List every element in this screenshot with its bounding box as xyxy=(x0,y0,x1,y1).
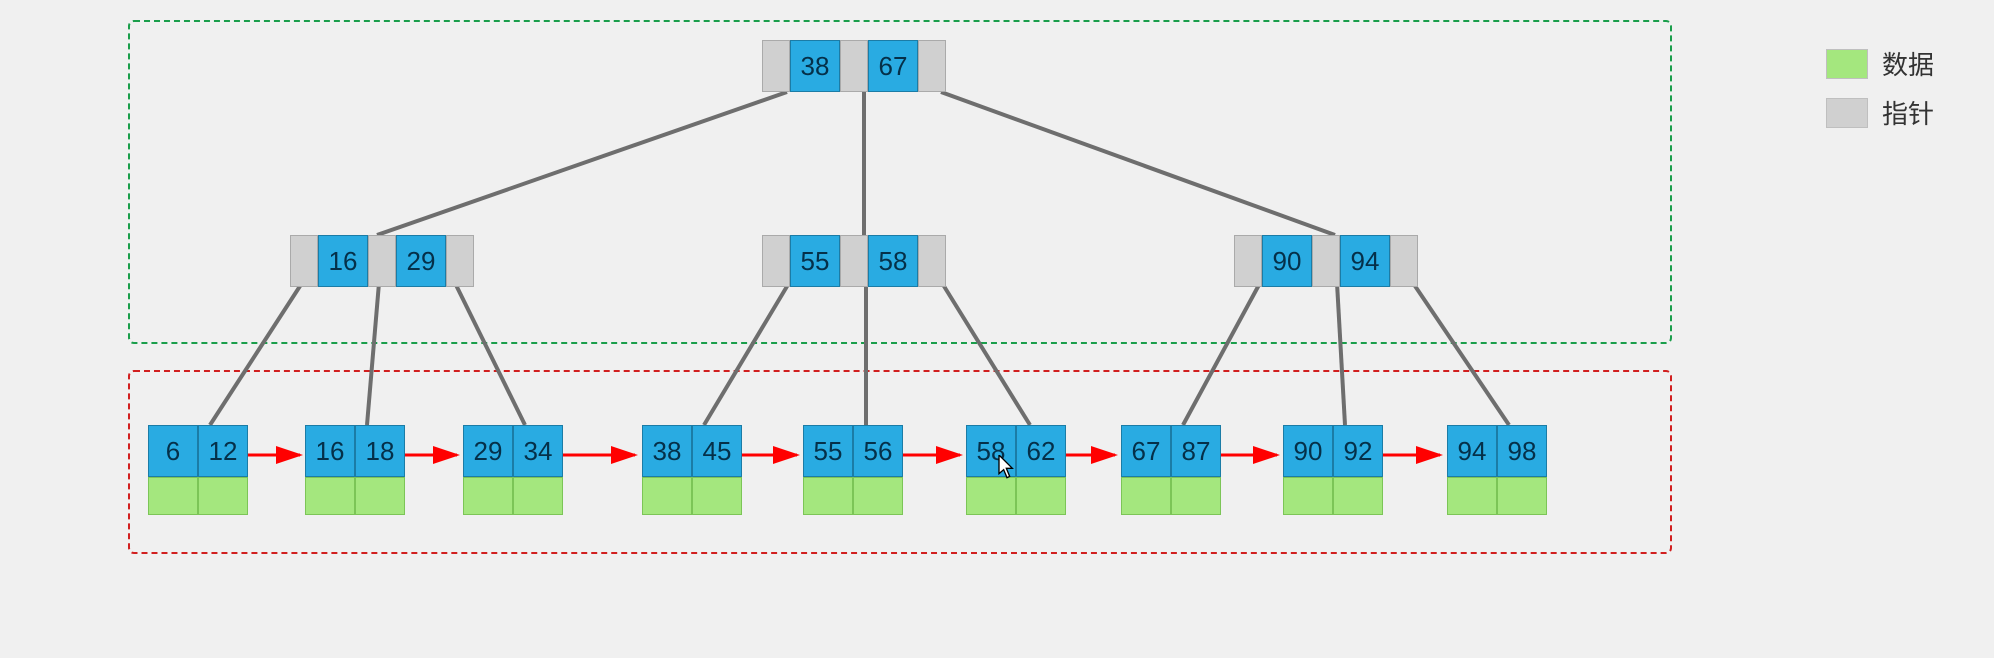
leaf-node: 16 18 xyxy=(305,425,405,515)
pointer-cell xyxy=(446,235,474,287)
legend-row-pointer: 指针 xyxy=(1826,94,1934,131)
leaf-key-cell: 92 xyxy=(1333,425,1383,477)
leaf-data-cell xyxy=(692,477,742,515)
pointer-cell xyxy=(840,235,868,287)
internal-node: 16 29 xyxy=(290,235,474,287)
leaf-key-cell: 55 xyxy=(803,425,853,477)
legend-swatch-data xyxy=(1826,49,1868,79)
legend-label: 指针 xyxy=(1882,94,1934,131)
leaf-node: 6 12 xyxy=(148,425,248,515)
leaf-data-cell xyxy=(1333,477,1383,515)
key-cell: 67 xyxy=(868,40,918,92)
leaf-data-cell xyxy=(513,477,563,515)
leaf-data-cell xyxy=(853,477,903,515)
leaf-key-cell: 29 xyxy=(463,425,513,477)
legend-swatch-pointer xyxy=(1826,98,1868,128)
leaf-key-cell: 90 xyxy=(1283,425,1333,477)
key-cell: 16 xyxy=(318,235,368,287)
leaf-node: 58 62 xyxy=(966,425,1066,515)
leaf-node: 55 56 xyxy=(803,425,903,515)
leaf-data-cell xyxy=(148,477,198,515)
pointer-cell xyxy=(762,40,790,92)
pointer-cell xyxy=(1234,235,1262,287)
leaf-data-cell xyxy=(1171,477,1221,515)
leaf-data-cell xyxy=(1283,477,1333,515)
leaf-data-cell xyxy=(966,477,1016,515)
leaf-data-cell xyxy=(198,477,248,515)
leaf-key-cell: 38 xyxy=(642,425,692,477)
leaf-node: 94 98 xyxy=(1447,425,1547,515)
leaf-node: 90 92 xyxy=(1283,425,1383,515)
leaf-key-cell: 56 xyxy=(853,425,903,477)
leaf-node: 29 34 xyxy=(463,425,563,515)
leaf-key-cell: 98 xyxy=(1497,425,1547,477)
leaf-node: 67 87 xyxy=(1121,425,1221,515)
leaf-data-cell xyxy=(305,477,355,515)
leaf-key-cell: 58 xyxy=(966,425,1016,477)
leaf-data-cell xyxy=(355,477,405,515)
pointer-cell xyxy=(1390,235,1418,287)
diagram-stage: 38 67 16 29 55 58 90 94 6 12 xyxy=(0,0,1994,658)
pointer-cell xyxy=(840,40,868,92)
legend: 数据 指针 xyxy=(1826,45,1934,143)
pointer-cell xyxy=(918,40,946,92)
leaf-key-cell: 16 xyxy=(305,425,355,477)
key-cell: 90 xyxy=(1262,235,1312,287)
pointer-cell xyxy=(290,235,318,287)
leaf-node: 38 45 xyxy=(642,425,742,515)
leaf-key-cell: 18 xyxy=(355,425,405,477)
key-cell: 58 xyxy=(868,235,918,287)
leaf-data-cell xyxy=(1121,477,1171,515)
leaf-key-cell: 62 xyxy=(1016,425,1066,477)
leaf-key-cell: 67 xyxy=(1121,425,1171,477)
pointer-cell xyxy=(762,235,790,287)
pointer-cell xyxy=(368,235,396,287)
leaf-data-cell xyxy=(642,477,692,515)
internal-node: 55 58 xyxy=(762,235,946,287)
leaf-key-cell: 94 xyxy=(1447,425,1497,477)
legend-label: 数据 xyxy=(1882,45,1934,82)
key-cell: 55 xyxy=(790,235,840,287)
leaf-data-cell xyxy=(1447,477,1497,515)
key-cell: 38 xyxy=(790,40,840,92)
pointer-cell xyxy=(918,235,946,287)
leaf-key-cell: 6 xyxy=(148,425,198,477)
leaf-key-cell: 87 xyxy=(1171,425,1221,477)
leaf-data-cell xyxy=(1497,477,1547,515)
leaf-data-cell xyxy=(803,477,853,515)
pointer-cell xyxy=(1312,235,1340,287)
key-cell: 94 xyxy=(1340,235,1390,287)
legend-row-data: 数据 xyxy=(1826,45,1934,82)
leaf-data-cell xyxy=(463,477,513,515)
leaf-key-cell: 45 xyxy=(692,425,742,477)
root-node: 38 67 xyxy=(762,40,946,92)
leaf-key-cell: 34 xyxy=(513,425,563,477)
leaf-data-cell xyxy=(1016,477,1066,515)
internal-node: 90 94 xyxy=(1234,235,1418,287)
key-cell: 29 xyxy=(396,235,446,287)
leaf-key-cell: 12 xyxy=(198,425,248,477)
